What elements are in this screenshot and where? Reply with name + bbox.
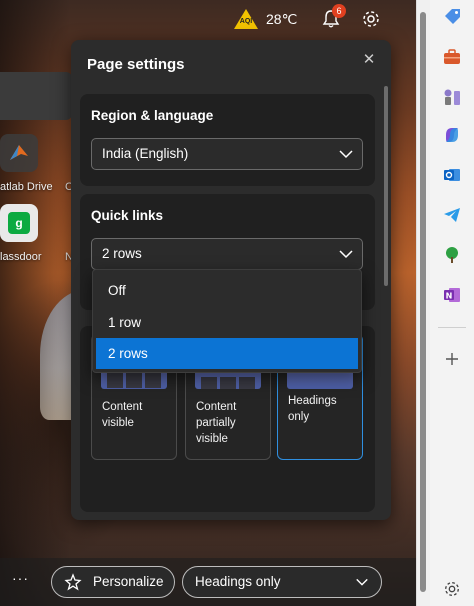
more-options-button[interactable]: ··· xyxy=(12,570,29,586)
gear-icon[interactable] xyxy=(360,8,382,30)
tag-icon[interactable] xyxy=(441,6,463,28)
telegram-icon[interactable] xyxy=(441,204,463,226)
matlab-icon[interactable] xyxy=(0,134,38,172)
region-select-value: India (English) xyxy=(102,146,189,161)
chevron-down-icon xyxy=(339,150,353,159)
notification-badge: 6 xyxy=(332,4,346,18)
region-select[interactable]: India (English) xyxy=(91,138,363,170)
layout-card-label: Content partially visible xyxy=(196,401,237,445)
chevron-down-icon xyxy=(339,250,353,259)
quick-links-select[interactable]: 2 rows xyxy=(91,238,363,270)
personalize-label: Personalize xyxy=(93,574,164,589)
search-bar-fragment[interactable] xyxy=(0,72,72,120)
layout-card-label: Content visible xyxy=(102,401,143,429)
section-title: Region & language xyxy=(91,108,214,123)
region-language-section: Region & language India (English) xyxy=(80,94,375,186)
quick-links-select-value: 2 rows xyxy=(102,246,142,261)
shortcut-label[interactable]: lassdoor xyxy=(0,251,42,263)
dropdown-option-1-row[interactable]: 1 row xyxy=(96,307,358,338)
svg-text:N: N xyxy=(446,292,453,301)
add-icon[interactable] xyxy=(441,348,463,370)
dropdown-option-2-rows[interactable]: 2 rows xyxy=(96,338,358,369)
copilot-icon[interactable] xyxy=(441,124,463,146)
panel-scrollbar[interactable] xyxy=(384,86,388,286)
onenote-icon[interactable]: N xyxy=(441,284,463,306)
briefcase-icon[interactable] xyxy=(441,46,463,68)
outlook-icon[interactable] xyxy=(441,164,463,186)
page-scrollbar-thumb[interactable] xyxy=(420,12,426,592)
glassdoor-icon[interactable]: g xyxy=(0,204,38,242)
dropdown-option-off[interactable]: Off xyxy=(96,275,358,306)
quick-links-dropdown-menu: Off 1 row 2 rows xyxy=(92,269,362,373)
chevron-down-icon xyxy=(356,578,368,586)
temperature-text: 28℃ xyxy=(266,10,298,27)
personalize-button[interactable]: Personalize xyxy=(51,566,175,598)
layout-select[interactable]: Headings only xyxy=(182,566,382,598)
sparkle-star-icon xyxy=(64,573,82,591)
air-quality-warning-icon: AQI xyxy=(234,9,258,29)
close-icon[interactable]: ✕ xyxy=(361,52,377,68)
layout-select-value: Headings only xyxy=(195,574,281,589)
sidebar-divider xyxy=(438,327,466,328)
panel-title: Page settings xyxy=(87,56,185,73)
tree-icon[interactable] xyxy=(441,244,463,266)
chess-icon[interactable] xyxy=(441,86,463,108)
layout-card-label: Headings only xyxy=(288,395,337,423)
settings-icon[interactable] xyxy=(441,578,463,600)
section-title: Quick links xyxy=(91,208,164,223)
shortcut-label[interactable]: atlab Drive xyxy=(0,181,53,193)
weather-widget[interactable]: AQI 28℃ xyxy=(234,6,297,32)
